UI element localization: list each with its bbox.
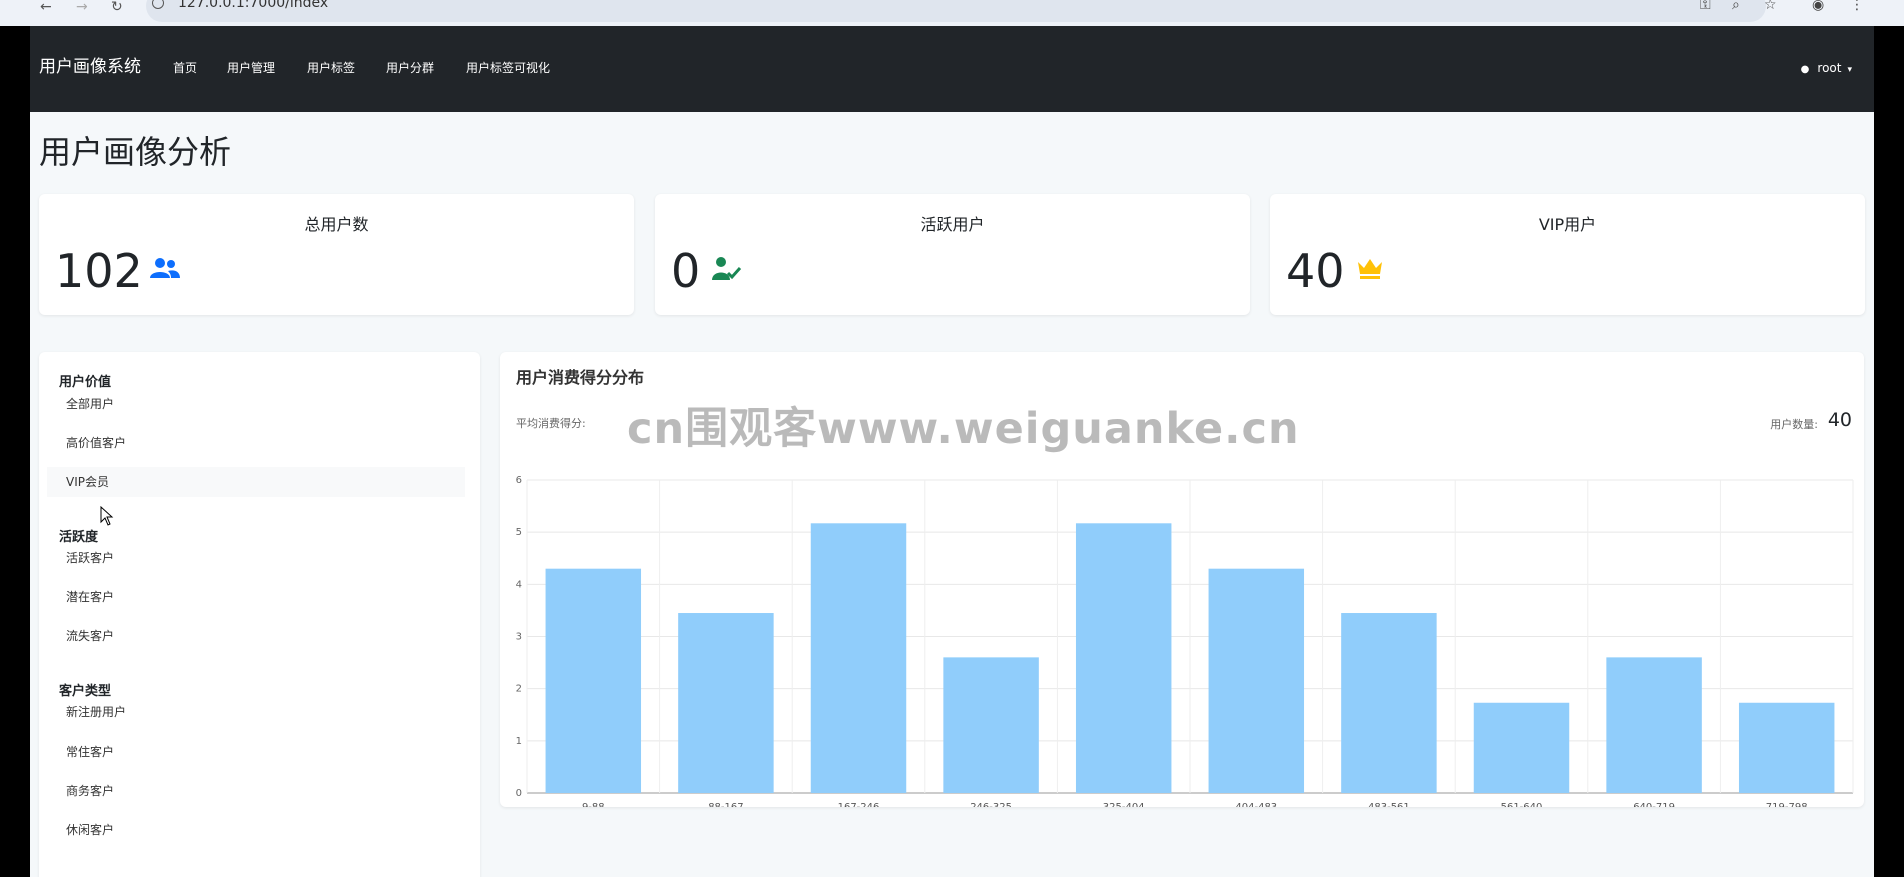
brand-title[interactable]: 用户画像系统 [39, 57, 141, 77]
sidebar-item-resident[interactable]: 常住客户 [47, 737, 465, 767]
user-icon: ● [1800, 64, 1810, 75]
x-tick-label: 719-798 [1766, 802, 1808, 807]
back-icon[interactable]: ← [40, 0, 52, 14]
y-tick-label: 4 [516, 579, 522, 590]
sidebar-item-vip[interactable]: VIP会员 [47, 467, 465, 497]
watermark: cn围观客www.weiguanke.cn [627, 404, 1300, 454]
browser-toolbar: ← → ↻ 127.0.0.1:7000/index ⚿ ⌕ ☆ ◉ ⋮ [0, 0, 1904, 26]
sidebar-item-business[interactable]: 商务客户 [47, 776, 465, 806]
nav-item-user-management[interactable]: 用户管理 [227, 61, 275, 75]
stat-card-total-users: 总用户数 102 [39, 194, 634, 315]
x-tick-label: 88-167 [708, 802, 743, 807]
stat-title: 总用户数 [304, 215, 369, 234]
sidebar-item-new-registered[interactable]: 新注册用户 [47, 697, 465, 727]
sidebar-item-high-value[interactable]: 高价值客户 [47, 428, 465, 458]
x-tick-label: 9-88 [582, 802, 605, 807]
nav-item-home[interactable]: 首页 [173, 61, 197, 75]
caret-down-icon: ▾ [1847, 65, 1852, 75]
nav-item-tag-visualization[interactable]: 用户标签可视化 [466, 61, 550, 75]
y-tick-label: 1 [516, 736, 522, 747]
forward-icon[interactable]: → [76, 0, 88, 14]
crown-icon [1358, 259, 1382, 279]
password-key-icon[interactable]: ⚿ [1700, 0, 1711, 12]
sidebar: 用户价值 全部用户 高价值客户 VIP会员 活跃度 活跃客户 潜在客户 流失客户… [39, 352, 480, 877]
stat-value: 102 [55, 244, 143, 298]
bar-640-719[interactable] [1606, 657, 1702, 793]
user-check-icon [712, 257, 742, 280]
bar-404-483[interactable] [1208, 568, 1305, 793]
sidebar-group-user-value: 用户价值 [59, 375, 112, 390]
bookmark-star-icon[interactable]: ☆ [1764, 0, 1777, 12]
y-tick-label: 6 [516, 475, 522, 486]
page-title: 用户画像分析 [39, 133, 232, 171]
y-tick-label: 2 [516, 684, 522, 695]
mouse-cursor-icon [100, 506, 114, 526]
browser-menu-icon[interactable]: ⋮ [1850, 0, 1864, 12]
app-root: 用户画像系统 首页 用户管理 用户标签 用户分群 用户标签可视化 ● root ▾ … [30, 26, 1874, 877]
y-tick-label: 0 [516, 788, 522, 799]
url-text[interactable]: 127.0.0.1:7000/index [178, 0, 328, 10]
x-tick-label: 561-640 [1501, 802, 1543, 807]
sidebar-item-leisure[interactable]: 休闲客户 [47, 815, 465, 845]
bar-9-88[interactable] [545, 568, 642, 793]
address-bar[interactable] [146, 0, 1766, 22]
x-tick-label: 167-246 [838, 802, 880, 807]
bar-719-798[interactable] [1738, 702, 1835, 793]
y-tick-label: 3 [516, 632, 522, 643]
bar-325-404[interactable] [1075, 523, 1172, 793]
sidebar-item-all-users[interactable]: 全部用户 [47, 389, 465, 419]
bar-88-167[interactable] [678, 613, 774, 793]
stat-card-active-users: 活跃用户 0 [655, 194, 1250, 315]
stat-value: 0 [671, 244, 701, 298]
sidebar-item-active[interactable]: 活跃客户 [47, 543, 465, 573]
sidebar-item-potential[interactable]: 潜在客户 [47, 582, 465, 612]
profile-icon[interactable]: ◉ [1812, 0, 1824, 12]
sidebar-item-churned[interactable]: 流失客户 [47, 621, 465, 651]
x-tick-label: 483-561 [1368, 802, 1410, 807]
user-name: root [1817, 61, 1842, 75]
x-tick-label: 246-325 [970, 802, 1012, 807]
reload-icon[interactable]: ↻ [111, 0, 123, 14]
top-navbar: 用户画像系统 首页 用户管理 用户标签 用户分群 用户标签可视化 ● root ▾ [30, 26, 1874, 112]
bar-483-561[interactable] [1341, 613, 1437, 793]
x-tick-label: 640-719 [1633, 802, 1675, 807]
user-menu[interactable]: ● root ▾ [1801, 61, 1852, 77]
stat-value: 40 [1286, 244, 1345, 298]
stat-title: VIP用户 [1538, 215, 1597, 234]
y-tick-label: 5 [516, 527, 522, 538]
stat-title: 活跃用户 [920, 215, 985, 234]
x-tick-label: 404-483 [1235, 802, 1277, 807]
nav-item-user-tags[interactable]: 用户标签 [307, 61, 355, 75]
bar-246-325[interactable] [943, 657, 1039, 793]
users-icon [150, 258, 180, 278]
zoom-icon[interactable]: ⌕ [1732, 0, 1740, 12]
bar-561-640[interactable] [1473, 702, 1570, 793]
x-tick-label: 325-404 [1103, 802, 1145, 807]
bar-167-246[interactable] [810, 523, 907, 793]
stat-card-vip-users: VIP用户 40 [1270, 194, 1865, 315]
nav-item-user-segments[interactable]: 用户分群 [386, 61, 434, 75]
